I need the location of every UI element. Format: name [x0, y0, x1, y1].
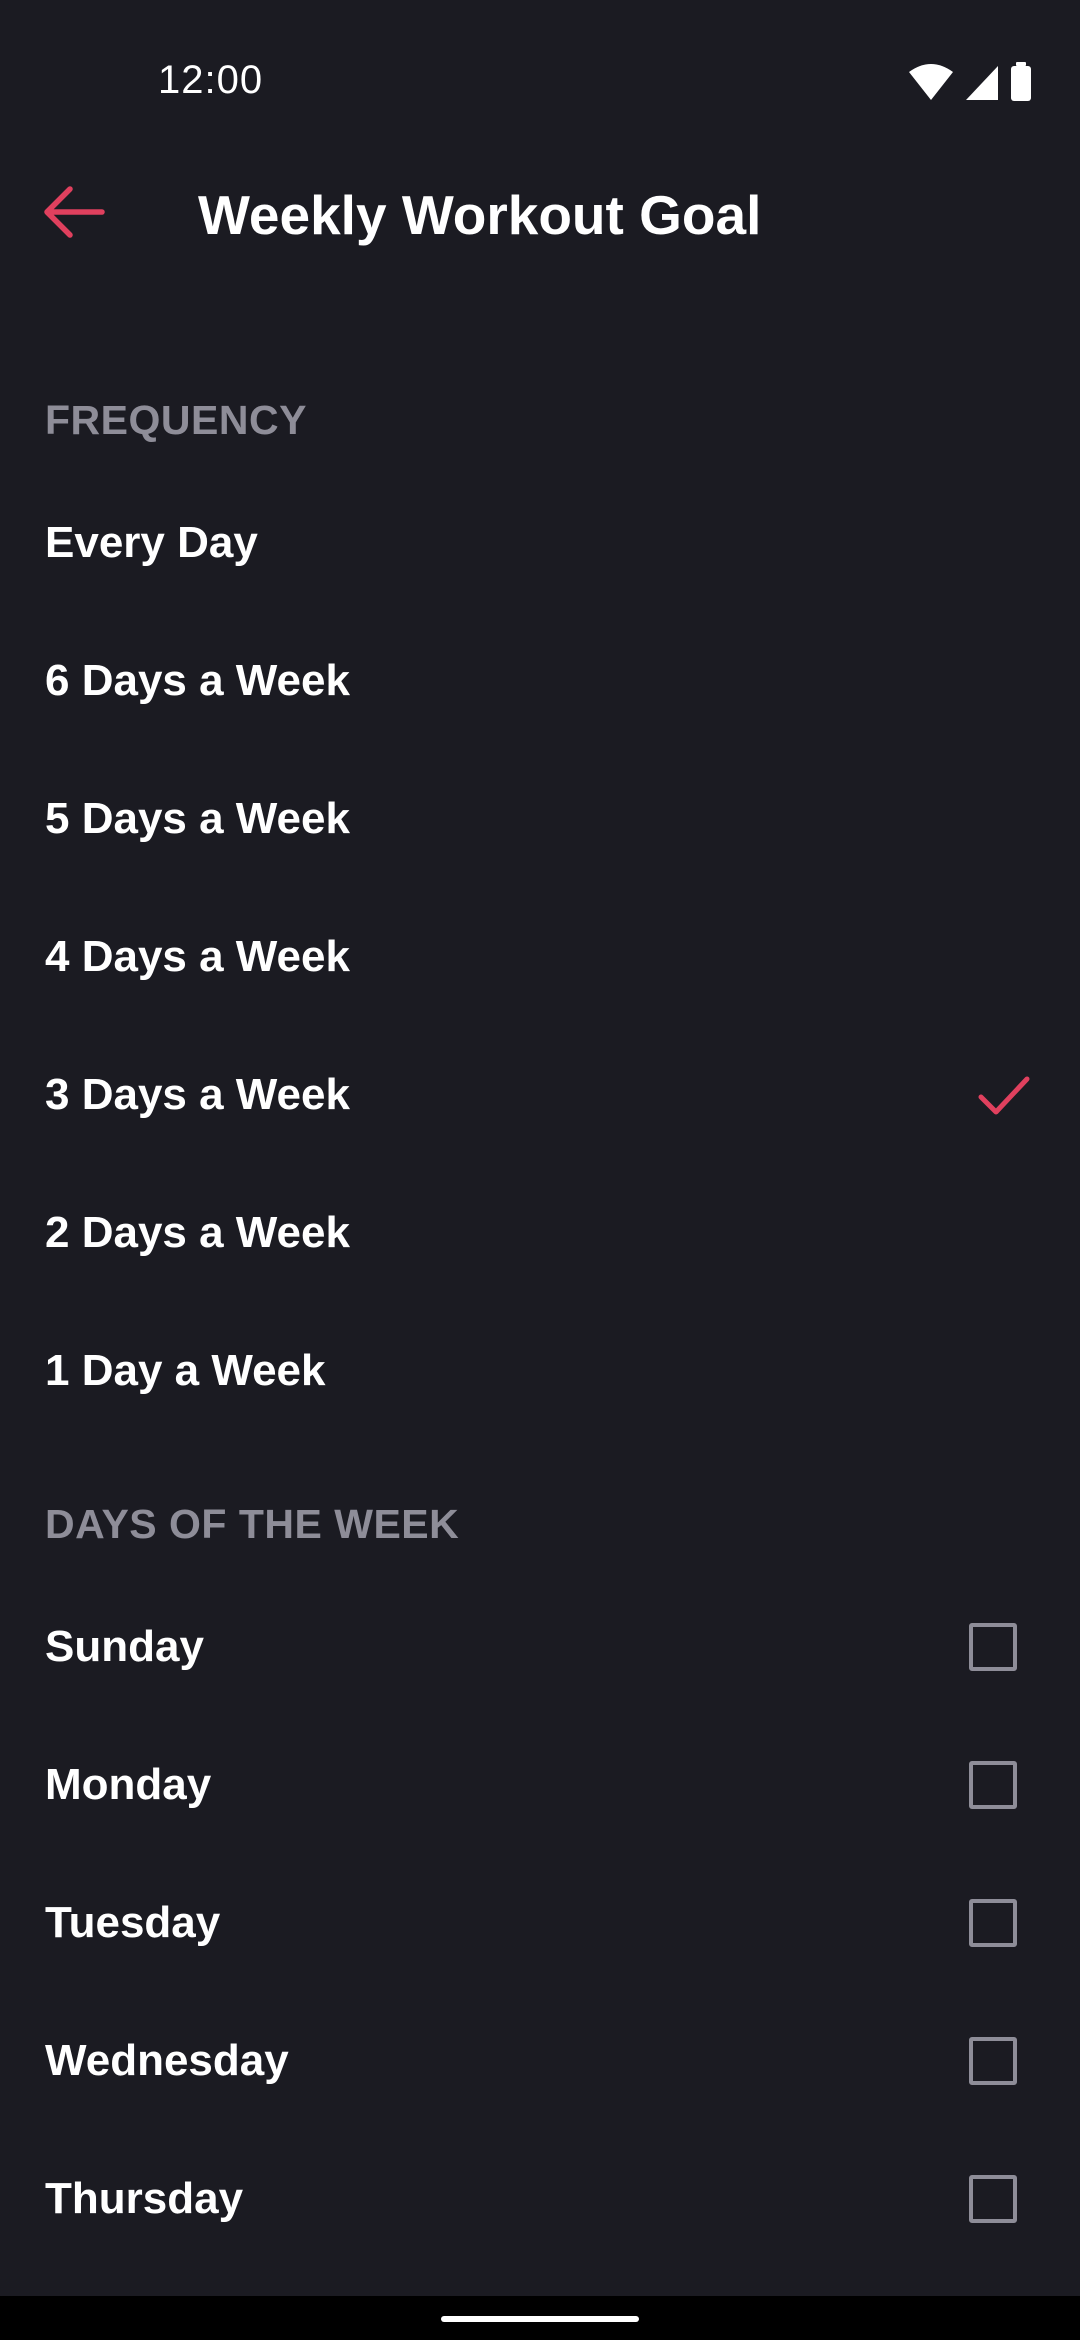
frequency-option-label: 4 Days a Week [45, 932, 350, 981]
status-icons [908, 62, 1032, 102]
day-row-sunday[interactable]: Sunday [0, 1578, 1080, 1716]
days-section-header: DAYS OF THE WEEK [45, 1501, 460, 1547]
arrow-left-icon [42, 184, 106, 245]
battery-icon [1010, 62, 1032, 102]
cellular-signal-icon [964, 62, 1000, 102]
day-checkbox[interactable] [969, 2037, 1017, 2085]
frequency-option-1-day[interactable]: 1 Day a Week [0, 1302, 1080, 1440]
screen: 12:00 Weekly Workout Goal FREQUENCY Ever… [0, 0, 1080, 2340]
day-checkbox[interactable] [969, 2175, 1017, 2223]
frequency-option-label: 6 Days a Week [45, 656, 350, 705]
day-row-wednesday[interactable]: Wednesday [0, 1992, 1080, 2130]
back-button[interactable] [34, 174, 114, 254]
frequency-option-every-day[interactable]: Every Day [0, 474, 1080, 612]
status-time: 12:00 [158, 58, 264, 102]
day-row-thursday[interactable]: Thursday [0, 2130, 1080, 2268]
page-title: Weekly Workout Goal [198, 184, 762, 246]
day-label: Monday [45, 1760, 212, 1809]
day-checkbox[interactable] [969, 1761, 1017, 1809]
checkmark-icon [976, 1067, 1032, 1123]
frequency-option-label: 5 Days a Week [45, 794, 350, 843]
frequency-option-4-days[interactable]: 4 Days a Week [0, 888, 1080, 1026]
day-checkbox[interactable] [969, 1623, 1017, 1671]
home-gesture-handle[interactable] [441, 2316, 639, 2322]
status-bar: 12:00 [0, 0, 1080, 170]
frequency-option-label: 2 Days a Week [45, 1208, 350, 1257]
day-label: Tuesday [45, 1898, 221, 1947]
wifi-icon [908, 62, 954, 102]
frequency-option-6-days[interactable]: 6 Days a Week [0, 612, 1080, 750]
frequency-option-2-days[interactable]: 2 Days a Week [0, 1164, 1080, 1302]
day-row-tuesday[interactable]: Tuesday [0, 1854, 1080, 1992]
frequency-option-label: 1 Day a Week [45, 1346, 326, 1395]
frequency-option-label: Every Day [45, 518, 258, 567]
frequency-option-3-days[interactable]: 3 Days a Week [0, 1026, 1080, 1164]
frequency-section-header: FREQUENCY [45, 397, 307, 443]
day-label: Wednesday [45, 2036, 289, 2085]
day-label: Thursday [45, 2174, 244, 2223]
frequency-option-5-days[interactable]: 5 Days a Week [0, 750, 1080, 888]
day-label: Sunday [45, 1622, 204, 1671]
day-checkbox[interactable] [969, 1899, 1017, 1947]
frequency-option-label: 3 Days a Week [45, 1070, 350, 1119]
day-row-monday[interactable]: Monday [0, 1716, 1080, 1854]
